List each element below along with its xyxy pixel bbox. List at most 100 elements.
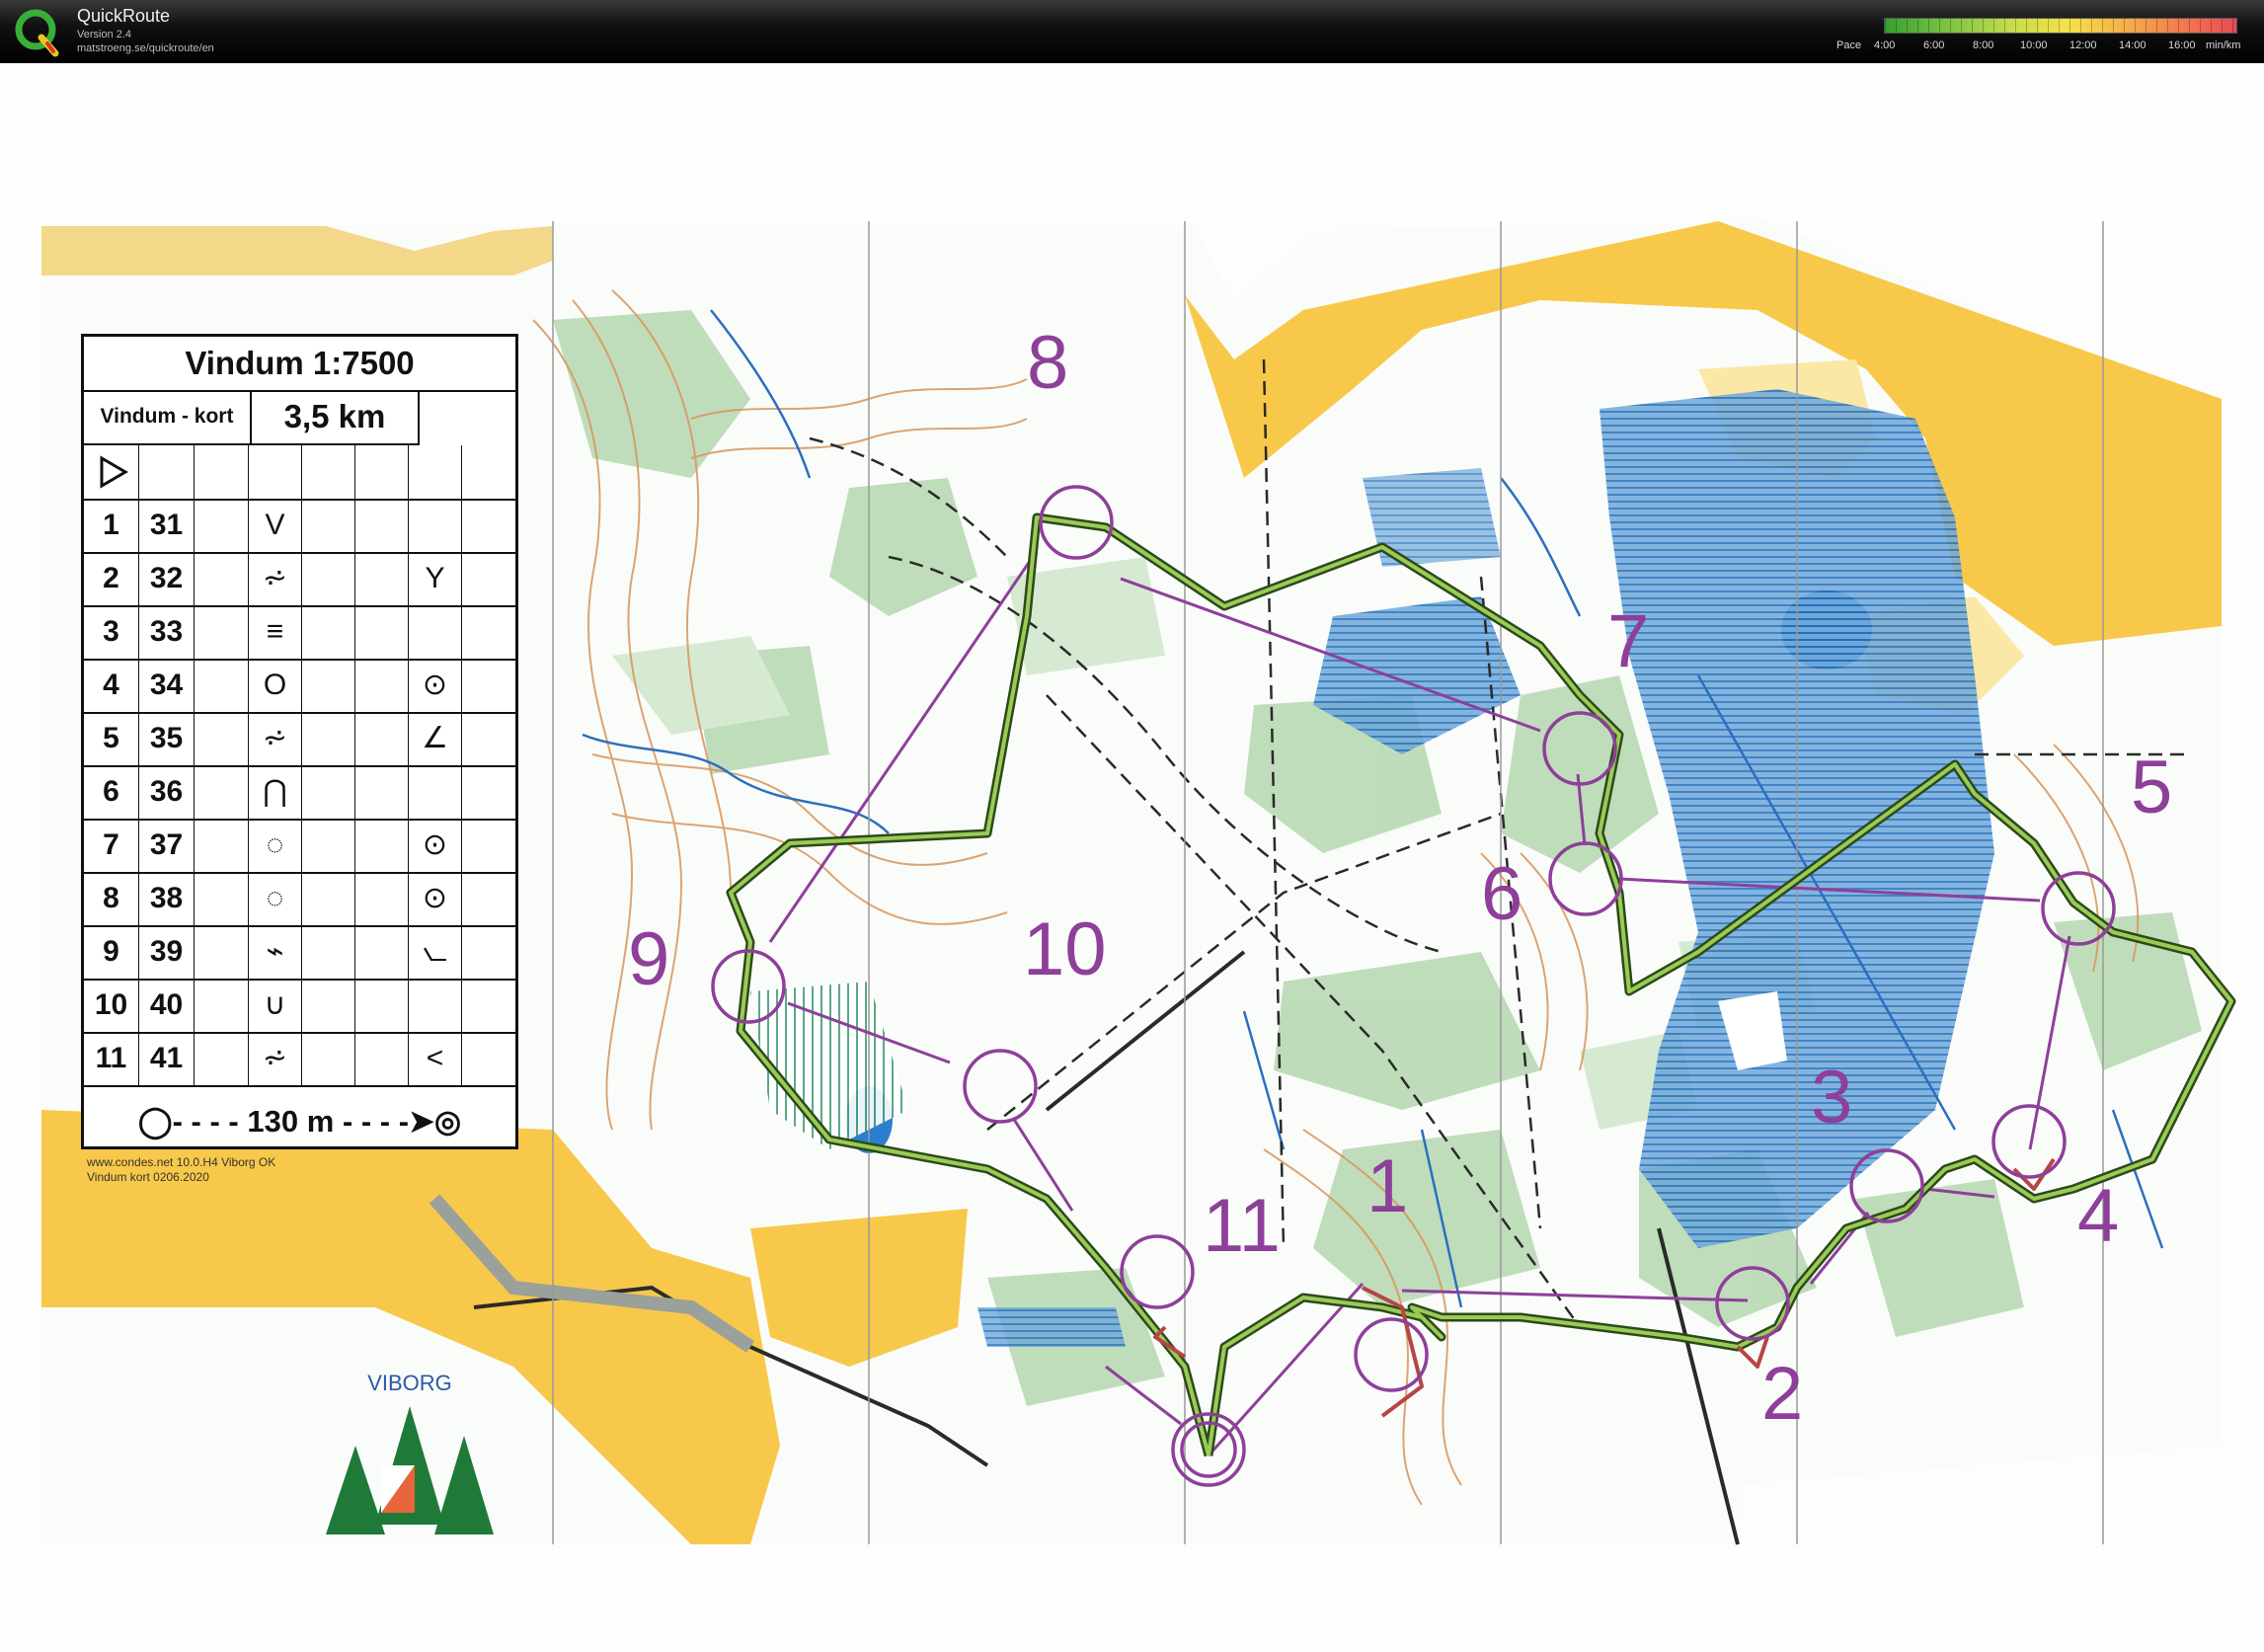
finish-target-icon: - - - -➤◎ (342, 1104, 462, 1139)
control-location-symbol: ⊙ (409, 872, 462, 925)
control-feature-symbol: ∪ (249, 979, 302, 1032)
app-header: QuickRoute Version 2.4 matstroeng.se/qui… (0, 0, 2264, 63)
control-empty-cell (302, 979, 355, 1032)
control-number-1: 1 (1366, 1144, 1409, 1228)
pace-label: Pace (1836, 39, 1862, 51)
control-row: 6 36 ⋂ (84, 765, 515, 821)
control-empty-cell (195, 765, 249, 819)
control-empty-cell (195, 499, 249, 552)
control-feature-symbol: ⩫ (249, 712, 302, 765)
course-name: Vindum - kort (84, 390, 252, 445)
control-code: 34 (139, 659, 195, 712)
club-name: VIBORG (367, 1371, 452, 1395)
control-number-5: 5 (2131, 746, 2173, 829)
control-empty-cell (462, 765, 515, 819)
pond (1781, 590, 1872, 669)
control-location-symbol (409, 605, 462, 659)
control-feature-symbol: ≡ (249, 605, 302, 659)
control-location-symbol (409, 765, 462, 819)
control-empty-cell (302, 605, 355, 659)
control-empty-cell (302, 1032, 355, 1085)
control-code: 37 (139, 819, 195, 872)
quickroute-logo-icon (15, 9, 59, 57)
app-version: Version 2.4 (77, 29, 132, 40)
control-location-symbol: ⊙ (409, 659, 462, 712)
control-empty-cell (462, 1032, 515, 1085)
control-feature-symbol: ⩫ (249, 1032, 302, 1085)
start-row (84, 445, 515, 501)
control-number: 10 (84, 979, 139, 1032)
control-empty-cell (355, 659, 409, 712)
control-number: 4 (84, 659, 139, 712)
control-location-symbol: < (409, 1032, 462, 1085)
pace-tick: 6:00 (1923, 39, 1945, 51)
control-number-7: 7 (1607, 599, 1650, 683)
control-empty-cell (195, 552, 249, 605)
control-empty-cell (195, 979, 249, 1032)
control-empty-cell (462, 605, 515, 659)
control-code: 31 (139, 499, 195, 552)
control-location-symbol: ⊙ (409, 819, 462, 872)
control-empty-cell (302, 819, 355, 872)
control-number-6: 6 (1481, 852, 1523, 936)
control-empty-cell (462, 979, 515, 1032)
pace-tick: 8:00 (1973, 39, 1994, 51)
control-empty-cell (355, 605, 409, 659)
control-empty-cell (355, 819, 409, 872)
control-empty-cell (355, 925, 409, 979)
finish-distance-row: ◯- - - - 130 m - - - -➤◎ (84, 1097, 515, 1146)
control-location-symbol: ∠ (409, 712, 462, 765)
control-location-symbol: ⦦ (409, 925, 462, 979)
control-row: 1 31 V (84, 499, 515, 554)
control-empty-cell (195, 925, 249, 979)
control-empty-cell (462, 552, 515, 605)
orienteering-map[interactable]: 1 2 3 4 5 6 7 8 9 10 11 Vindum 1:7500 Vi… (0, 63, 2264, 1652)
control-code: 38 (139, 872, 195, 925)
control-number: 3 (84, 605, 139, 659)
control-row: 7 37 ◌ ⊙ (84, 819, 515, 874)
control-row: 8 38 ◌ ⊙ (84, 872, 515, 927)
control-empty-cell (355, 765, 409, 819)
control-number-9: 9 (628, 917, 670, 1001)
control-feature-symbol: ◌ (249, 872, 302, 925)
control-row: 2 32 ⩫ Y (84, 552, 515, 607)
control-empty-cell (195, 1032, 249, 1085)
control-number: 2 (84, 552, 139, 605)
control-code: 35 (139, 712, 195, 765)
control-number: 8 (84, 872, 139, 925)
finish-start-circle-icon: ◯- - - - (137, 1104, 239, 1139)
control-empty-cell (462, 499, 515, 552)
control-row: 3 33 ≡ (84, 605, 515, 661)
pace-unit: min/km (2206, 39, 2241, 51)
control-empty-cell (355, 499, 409, 552)
control-empty-cell (355, 979, 409, 1032)
control-empty-cell (355, 1032, 409, 1085)
control-code: 40 (139, 979, 195, 1032)
control-empty-cell (355, 872, 409, 925)
control-code: 39 (139, 925, 195, 979)
control-code: 33 (139, 605, 195, 659)
control-feature-symbol: ⌁ (249, 925, 302, 979)
app-url[interactable]: matstroeng.se/quickroute/en (77, 42, 214, 54)
control-empty-cell (195, 712, 249, 765)
map-credit: Vindum kort 0206.2020 (87, 1170, 209, 1184)
control-code: 36 (139, 765, 195, 819)
control-number-8: 8 (1027, 321, 1069, 405)
control-empty-cell (355, 712, 409, 765)
control-empty-cell (195, 659, 249, 712)
control-feature-symbol: O (249, 659, 302, 712)
control-description-sheet: Vindum 1:7500 Vindum - kort 3,5 km 1 31 V 2… (81, 334, 518, 1149)
control-feature-symbol: ⋂ (249, 765, 302, 819)
pace-tick: 4:00 (1874, 39, 1896, 51)
course-length: 3,5 km (252, 390, 420, 445)
pace-tick: 12:00 (2069, 39, 2097, 51)
control-empty-cell (302, 552, 355, 605)
control-feature-symbol: V (249, 499, 302, 552)
control-code: 32 (139, 552, 195, 605)
control-number: 7 (84, 819, 139, 872)
pace-tick: 14:00 (2119, 39, 2147, 51)
control-empty-cell (195, 605, 249, 659)
control-code: 41 (139, 1032, 195, 1085)
pace-tick: 10:00 (2020, 39, 2048, 51)
control-number: 6 (84, 765, 139, 819)
